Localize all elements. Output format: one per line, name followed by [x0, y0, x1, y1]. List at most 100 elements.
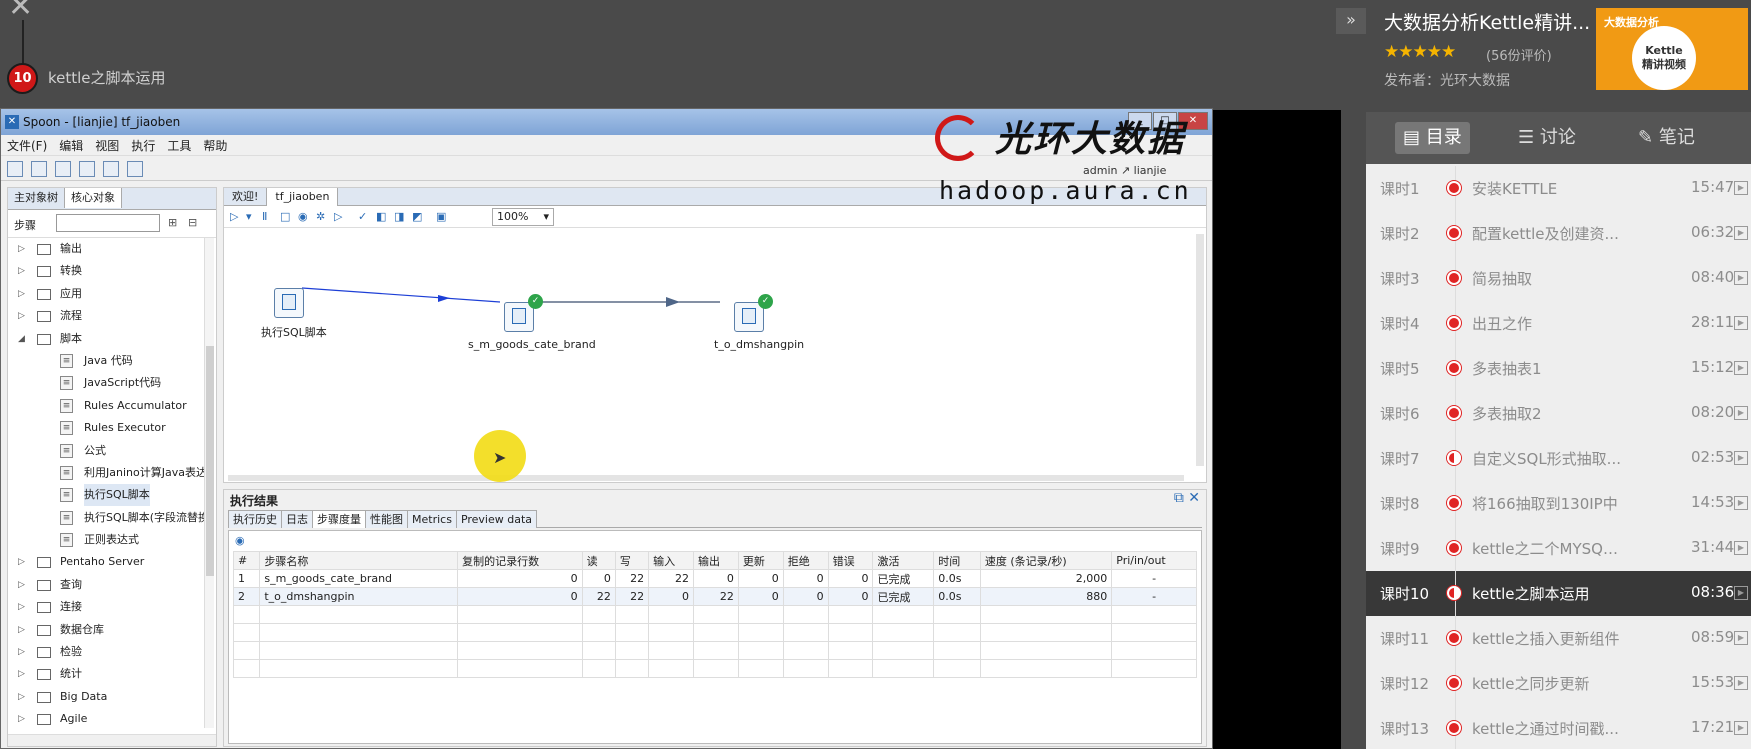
- zoom-select[interactable]: 100% ▾: [492, 208, 554, 226]
- tree-step-item[interactable]: ≡ 正则表达式: [8, 529, 216, 551]
- run-icon[interactable]: ▷: [230, 210, 244, 223]
- tab-tf-jiaoben[interactable]: tf_jiaoben: [267, 188, 339, 206]
- collapsed-arrow-icon[interactable]: ▷: [18, 663, 25, 685]
- column-header[interactable]: 读: [581, 551, 616, 570]
- tree-category-folder[interactable]: ▷ 检验: [8, 641, 216, 663]
- save-as-icon[interactable]: [103, 161, 119, 177]
- column-header[interactable]: 错误: [827, 551, 874, 570]
- lesson-item[interactable]: 课时10 kettle之脚本运用 08:36 ▶: [1366, 571, 1751, 616]
- tree-category-folder[interactable]: ▷ 流程: [8, 305, 216, 327]
- collapsed-arrow-icon[interactable]: ▷: [18, 283, 25, 305]
- open-file-icon[interactable]: [31, 161, 47, 177]
- play-icon[interactable]: ▶: [1734, 631, 1748, 645]
- lesson-item[interactable]: 课时9 kettle之二个MYSQL... 31:44 ▶: [1366, 526, 1751, 571]
- lesson-item[interactable]: 课时12 kettle之同步更新 15:53 ▶: [1366, 661, 1751, 706]
- collapse-all-icon[interactable]: ⊟: [188, 216, 204, 230]
- lesson-item[interactable]: 课时3 简易抽取 08:40 ▶: [1366, 256, 1751, 301]
- lesson-item[interactable]: 课时6 多表抽取2 08:20 ▶: [1366, 391, 1751, 436]
- debug-icon[interactable]: ✲: [316, 210, 330, 223]
- verify-icon[interactable]: ✓: [358, 210, 372, 223]
- tree-step-item[interactable]: ≡ Rules Accumulator: [8, 395, 216, 417]
- menu-file[interactable]: 文件(F): [1, 136, 53, 156]
- new-file-icon[interactable]: [7, 161, 23, 177]
- expand-all-icon[interactable]: ⊞: [168, 216, 184, 230]
- tab-discuss[interactable]: ☰ 讨论: [1510, 122, 1584, 154]
- play-icon[interactable]: ▶: [1734, 496, 1748, 510]
- column-header[interactable]: 输入: [648, 551, 695, 570]
- rating-count[interactable]: (56份评价): [1486, 45, 1552, 64]
- lesson-item[interactable]: 课时8 将166抽取到130IP中 14:53 ▶: [1366, 481, 1751, 526]
- course-title[interactable]: 大数据分析Kettle精讲...: [1384, 8, 1594, 35]
- tab-performance[interactable]: 性能图: [365, 510, 408, 528]
- play-icon[interactable]: ▶: [1734, 406, 1748, 420]
- tree-step-item[interactable]: ≡ JavaScript代码: [8, 372, 216, 394]
- play-icon[interactable]: ▶: [1734, 541, 1748, 555]
- tree-step-item[interactable]: ≡ Java 代码: [8, 350, 216, 372]
- collapsed-arrow-icon[interactable]: ▷: [18, 305, 25, 327]
- menu-help[interactable]: 帮助: [197, 136, 233, 156]
- close-panel-icon[interactable]: ✕: [1188, 490, 1200, 506]
- tree-category-folder[interactable]: ▷ 应用: [8, 283, 216, 305]
- column-header[interactable]: 步骤名称: [259, 551, 459, 570]
- column-header[interactable]: 更新: [737, 551, 784, 570]
- play-icon[interactable]: ▶: [1734, 316, 1748, 330]
- course-thumbnail[interactable]: 大数据分析 Kettle 精讲视频: [1596, 8, 1748, 90]
- menu-edit[interactable]: 编辑: [53, 136, 89, 156]
- collapsed-arrow-icon[interactable]: ▷: [18, 574, 25, 596]
- lesson-item[interactable]: 课时13 kettle之通过时间戳... 17:21 ▶: [1366, 706, 1751, 749]
- replay-icon[interactable]: ▷: [334, 210, 348, 223]
- tree-horizontal-scrollbar[interactable]: [8, 734, 216, 746]
- tree-category-folder[interactable]: ▷ 数据仓库: [8, 619, 216, 641]
- collapse-sidebar-button[interactable]: »: [1336, 8, 1366, 34]
- column-header[interactable]: 速度 (条记录/秒): [979, 551, 1113, 570]
- tree-category-folder[interactable]: ▷ 统计: [8, 663, 216, 685]
- tree-step-item[interactable]: ≡ 利用Janino计算Java表达: [8, 462, 216, 484]
- tree-category-folder[interactable]: ◢ 脚本: [8, 328, 216, 350]
- db-explore-icon[interactable]: ◩: [412, 210, 426, 223]
- tree-category-folder[interactable]: ▷ 转换: [8, 260, 216, 282]
- menu-tools[interactable]: 工具: [161, 136, 197, 156]
- column-header[interactable]: #: [232, 551, 261, 570]
- run-options-icon[interactable]: ▾: [246, 210, 260, 223]
- save-icon[interactable]: [79, 161, 95, 177]
- step-search-input[interactable]: [56, 214, 160, 232]
- tree-step-item[interactable]: ≡ Rules Executor: [8, 417, 216, 439]
- tree-step-item[interactable]: ≡ 公式: [8, 440, 216, 462]
- play-icon[interactable]: ▶: [1734, 271, 1748, 285]
- tree-step-item[interactable]: ≡ 执行SQL脚本(字段流替换: [8, 507, 216, 529]
- collapsed-arrow-icon[interactable]: ▷: [18, 551, 25, 573]
- lesson-item[interactable]: 课时5 多表抽表1 15:12 ▶: [1366, 346, 1751, 391]
- tab-step-metrics[interactable]: 步骤度量: [312, 510, 366, 528]
- fit-icon[interactable]: ▣: [436, 210, 450, 223]
- tree-category-folder[interactable]: ▷ Pentaho Server: [8, 551, 216, 573]
- tab-metrics[interactable]: Metrics: [407, 510, 457, 528]
- play-icon[interactable]: ▶: [1734, 676, 1748, 690]
- tab-core-objects[interactable]: 核心对象: [65, 188, 122, 208]
- collapsed-arrow-icon[interactable]: ▷: [18, 238, 25, 260]
- tree-category-folder[interactable]: ▷ 输出: [8, 238, 216, 260]
- table-row[interactable]: 2 t_o_dmshangpin 0 22 22 0 22 0 0 0 已完成 0.0s 880-: [232, 587, 1197, 606]
- collapsed-arrow-icon[interactable]: ▷: [18, 686, 25, 708]
- column-header[interactable]: 输出: [693, 551, 739, 570]
- tree-vertical-scrollbar[interactable]: [204, 238, 214, 728]
- tree-category-folder[interactable]: ▷ Agile: [8, 708, 216, 730]
- column-header[interactable]: Pri/in/out: [1111, 551, 1197, 570]
- maximize-panel-icon[interactable]: ⧉: [1174, 490, 1184, 506]
- tab-welcome[interactable]: 欢迎!: [224, 188, 268, 206]
- sql-icon[interactable]: ◨: [394, 210, 408, 223]
- lesson-item[interactable]: 课时2 配置kettle及创建资... 06:32 ▶: [1366, 211, 1751, 256]
- menu-view[interactable]: 视图: [89, 136, 125, 156]
- preview-icon[interactable]: ◉: [298, 210, 312, 223]
- tab-preview-data[interactable]: Preview data: [455, 510, 538, 528]
- tab-log[interactable]: 日志: [281, 510, 313, 528]
- tab-notes[interactable]: ✎ 笔记: [1630, 122, 1703, 154]
- lesson-item[interactable]: 课时11 kettle之插入更新组件 08:59 ▶: [1366, 616, 1751, 661]
- collapsed-arrow-icon[interactable]: ▷: [18, 619, 25, 641]
- tree-category-folder[interactable]: ▷ 查询: [8, 574, 216, 596]
- lesson-item[interactable]: 课时4 出丑之作 28:11 ▶: [1366, 301, 1751, 346]
- collapsed-arrow-icon[interactable]: ▷: [18, 260, 25, 282]
- stop-icon[interactable]: □: [280, 210, 294, 223]
- lesson-item[interactable]: 课时7 自定义SQL形式抽取... 02:53 ▶: [1366, 436, 1751, 481]
- menu-run[interactable]: 执行: [125, 136, 161, 156]
- column-header[interactable]: 写: [614, 551, 650, 570]
